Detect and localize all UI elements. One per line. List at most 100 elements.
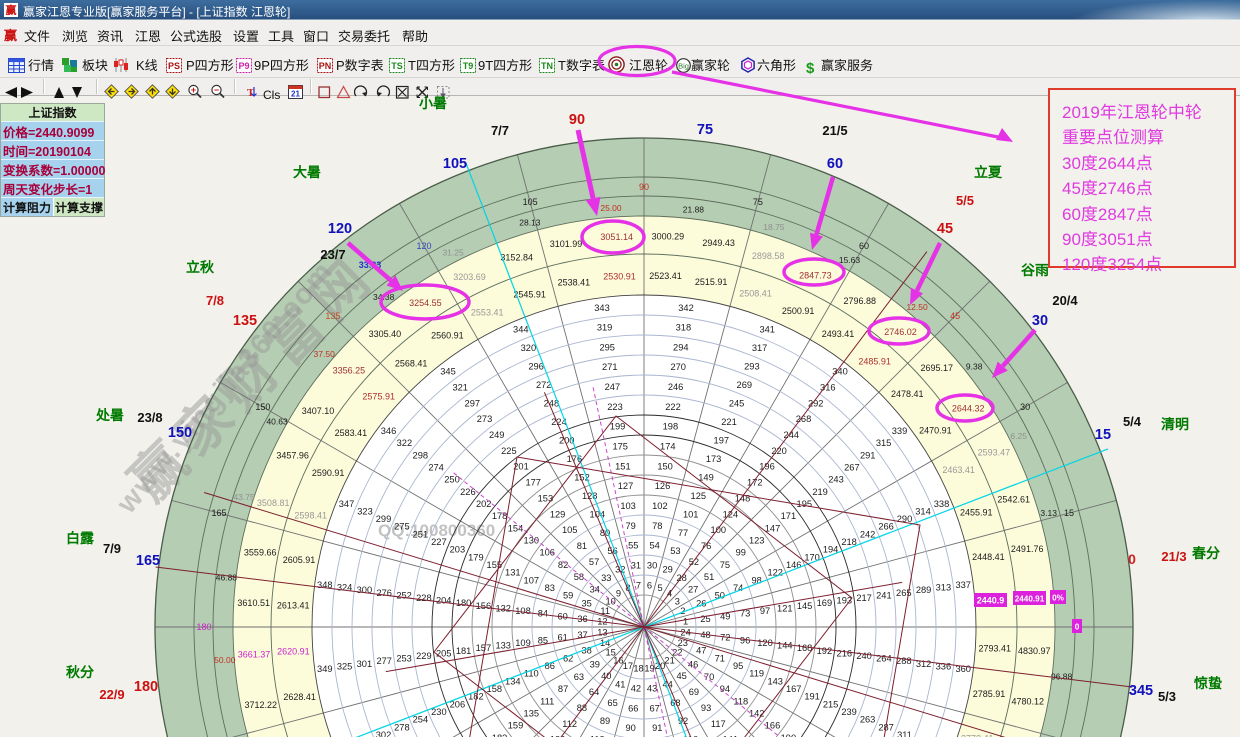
svg-text:276: 276 <box>376 588 392 598</box>
svg-text:2470.91: 2470.91 <box>919 425 952 435</box>
svg-text:60: 60 <box>859 241 869 251</box>
svg-text:204: 204 <box>436 596 452 606</box>
svg-text:0: 0 <box>1128 551 1136 567</box>
svg-text:102: 102 <box>652 501 668 511</box>
svg-text:180: 180 <box>134 679 158 695</box>
svg-text:39: 39 <box>590 660 600 670</box>
svg-text:174: 174 <box>660 442 676 452</box>
svg-text:118: 118 <box>733 696 748 706</box>
svg-text:23/8: 23/8 <box>137 410 162 425</box>
svg-text:150: 150 <box>168 425 192 441</box>
svg-text:31: 31 <box>631 561 641 571</box>
svg-text:2478.41: 2478.41 <box>891 389 924 399</box>
svg-text:3407.10: 3407.10 <box>302 406 335 416</box>
svg-text:66: 66 <box>628 703 638 713</box>
svg-text:103: 103 <box>620 501 636 511</box>
svg-text:294: 294 <box>673 342 689 352</box>
svg-text:120: 120 <box>416 241 431 251</box>
svg-text:21/3: 21/3 <box>1161 549 1186 564</box>
svg-text:125: 125 <box>691 491 707 501</box>
svg-text:74: 74 <box>733 583 743 593</box>
svg-text:121: 121 <box>777 604 793 614</box>
svg-text:89: 89 <box>600 716 610 726</box>
svg-text:43.75: 43.75 <box>233 492 255 502</box>
svg-text:274: 274 <box>428 463 444 473</box>
svg-text:99: 99 <box>736 548 746 558</box>
svg-text:319: 319 <box>597 323 613 333</box>
svg-text:2575.91: 2575.91 <box>362 391 395 401</box>
svg-text:150: 150 <box>657 461 673 471</box>
svg-text:223: 223 <box>607 402 623 412</box>
svg-text:288: 288 <box>896 656 912 666</box>
svg-text:347: 347 <box>339 499 355 509</box>
svg-text:101: 101 <box>683 509 699 519</box>
svg-text:343: 343 <box>594 303 610 313</box>
svg-text:320: 320 <box>521 343 537 353</box>
svg-text:5/5: 5/5 <box>956 193 974 208</box>
svg-text:111: 111 <box>540 696 554 706</box>
svg-text:278: 278 <box>394 722 410 732</box>
svg-text:124: 124 <box>723 509 739 519</box>
svg-text:96.88: 96.88 <box>1051 671 1073 681</box>
svg-text:135: 135 <box>233 313 257 329</box>
svg-text:3610.51: 3610.51 <box>237 598 270 608</box>
svg-text:252: 252 <box>396 590 412 600</box>
svg-text:大暑: 大暑 <box>293 162 321 182</box>
svg-text:75: 75 <box>720 560 730 570</box>
svg-text:2485.91: 2485.91 <box>858 357 891 367</box>
svg-text:205: 205 <box>436 648 452 658</box>
svg-text:3508.81: 3508.81 <box>257 498 290 508</box>
svg-text:338: 338 <box>934 499 950 509</box>
svg-text:2560.91: 2560.91 <box>431 331 464 341</box>
svg-text:2448.41: 2448.41 <box>972 552 1005 562</box>
svg-text:311: 311 <box>897 730 912 737</box>
svg-text:154: 154 <box>508 523 524 533</box>
svg-text:302: 302 <box>376 730 392 737</box>
svg-text:105: 105 <box>443 156 467 172</box>
svg-text:47: 47 <box>696 646 706 656</box>
svg-text:179: 179 <box>468 552 484 562</box>
svg-text:344: 344 <box>513 325 529 335</box>
svg-text:175: 175 <box>612 442 628 452</box>
svg-text:100: 100 <box>711 525 727 535</box>
svg-text:157: 157 <box>476 643 492 653</box>
svg-text:9: 9 <box>616 589 621 599</box>
svg-text:289: 289 <box>916 585 932 595</box>
svg-text:2500.91: 2500.91 <box>782 306 815 316</box>
svg-text:13: 13 <box>597 628 607 638</box>
svg-text:225: 225 <box>501 446 517 456</box>
svg-text:15.63: 15.63 <box>839 255 861 265</box>
svg-text:178: 178 <box>492 511 508 521</box>
svg-text:5/3: 5/3 <box>1158 689 1176 704</box>
svg-text:159: 159 <box>508 721 524 731</box>
svg-text:169: 169 <box>817 598 833 608</box>
svg-text:2847.73: 2847.73 <box>799 271 832 281</box>
svg-text:惊蛰: 惊蛰 <box>1194 673 1222 693</box>
svg-text:168: 168 <box>797 643 813 653</box>
svg-text:150: 150 <box>255 402 270 412</box>
svg-text:318: 318 <box>676 323 692 333</box>
svg-text:83: 83 <box>545 583 555 593</box>
svg-text:165: 165 <box>211 508 226 518</box>
svg-text:3051.14: 3051.14 <box>600 232 633 242</box>
svg-text:处暑: 处暑 <box>95 405 124 425</box>
svg-text:315: 315 <box>876 438 892 448</box>
svg-text:203: 203 <box>450 545 466 555</box>
svg-text:T9: T9 <box>463 61 474 71</box>
svg-text:立秋: 立秋 <box>186 257 215 277</box>
svg-text:226: 226 <box>460 487 476 497</box>
svg-text:112: 112 <box>562 719 577 729</box>
svg-text:3712.22: 3712.22 <box>245 700 278 710</box>
svg-text:131: 131 <box>505 568 521 578</box>
svg-text:254: 254 <box>413 715 429 725</box>
svg-text:46: 46 <box>688 660 698 670</box>
svg-text:秋分: 秋分 <box>66 662 94 682</box>
svg-text:229: 229 <box>416 651 432 661</box>
svg-text:71: 71 <box>715 653 725 663</box>
svg-text:4780.12: 4780.12 <box>1012 697 1045 707</box>
svg-text:2605.91: 2605.91 <box>283 555 316 565</box>
svg-text:277: 277 <box>376 656 392 666</box>
svg-text:PS: PS <box>168 61 180 71</box>
svg-text:298: 298 <box>413 450 429 460</box>
svg-text:22: 22 <box>672 648 682 658</box>
